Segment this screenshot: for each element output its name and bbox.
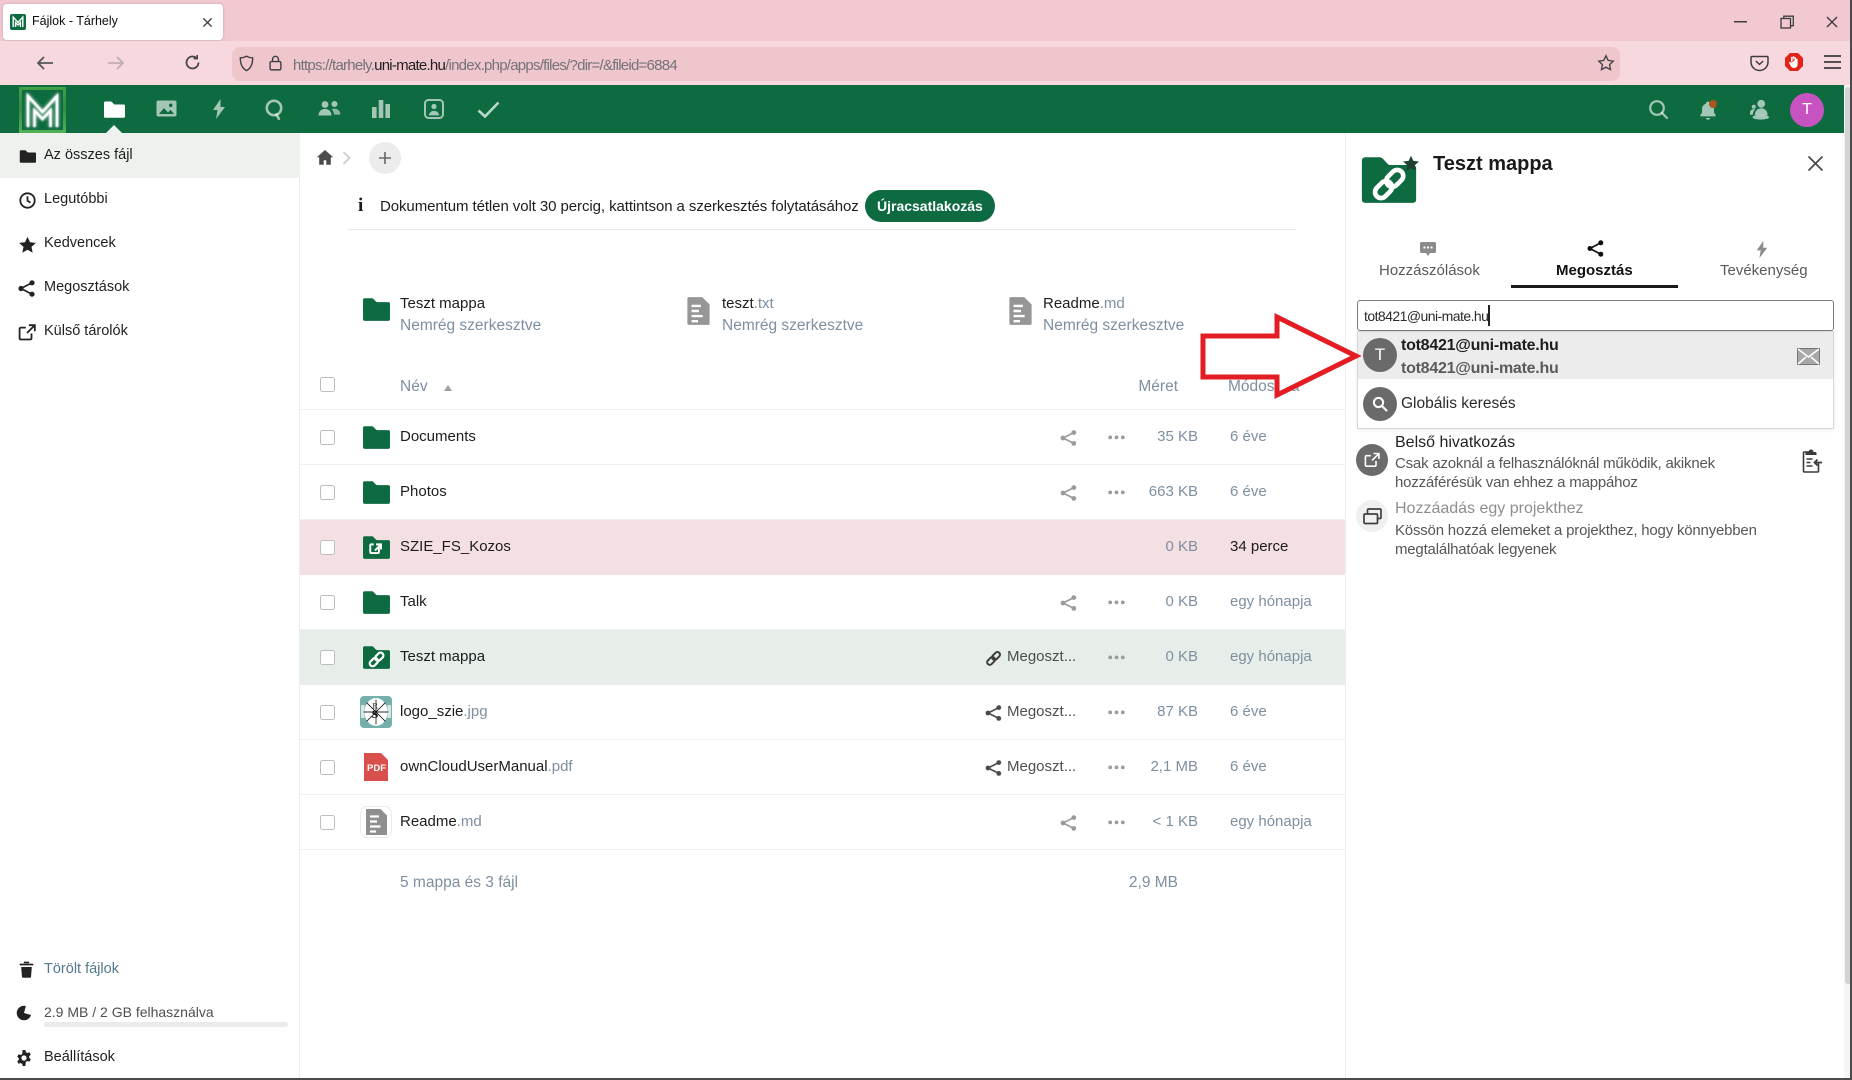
svg-text:PDF: PDF [367, 763, 386, 774]
svg-text:S: S [372, 707, 379, 721]
